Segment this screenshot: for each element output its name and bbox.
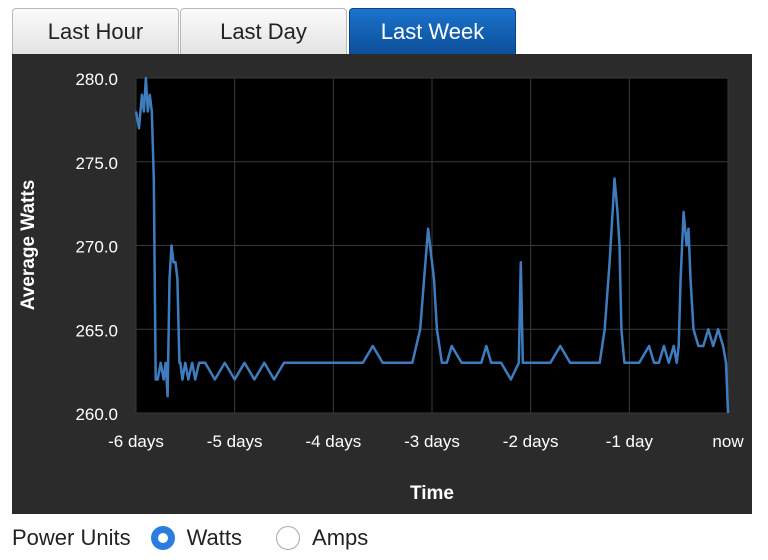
watts-option[interactable]: Watts (150, 525, 243, 551)
x-tick-label: -4 days (305, 432, 361, 451)
watts-radio[interactable] (150, 526, 175, 550)
x-tick-label: -1 day (606, 432, 654, 451)
amps-label: Amps (312, 525, 369, 550)
x-tick-label: -5 days (207, 432, 263, 451)
amps-radio[interactable] (276, 526, 301, 550)
tab-last-week[interactable]: Last Week (349, 8, 516, 54)
y-tick-label: 275.0 (75, 154, 118, 173)
y-tick-label: 270.0 (75, 238, 118, 257)
radio-selected-dot (157, 533, 168, 543)
y-axis-label: Average Watts (18, 180, 39, 311)
x-axis-label: Time (410, 483, 454, 504)
y-tick-label: 265.0 (75, 321, 118, 340)
x-tick-label: now (712, 432, 744, 451)
tab-last-hour[interactable]: Last Hour (12, 8, 179, 54)
power-units-controls: Power Units Watts Amps (12, 520, 752, 556)
chart-panel: 260.0 265.0 270.0 275.0 280.0 -6 days -5 days… (12, 54, 752, 514)
tab-last-day[interactable]: Last Day (180, 8, 347, 54)
power-line-chart: 260.0 265.0 270.0 275.0 280.0 -6 days -5 days… (18, 70, 744, 504)
time-range-tabs: Last Hour Last Day Last Week (12, 8, 516, 54)
x-tick-label: -3 days (404, 432, 460, 451)
power-units-label: Power Units (12, 525, 131, 550)
x-tick-label: -2 days (503, 432, 559, 451)
y-tick-label: 280.0 (75, 70, 118, 89)
watts-label: Watts (186, 525, 243, 550)
amps-option[interactable]: Amps (276, 525, 368, 551)
y-tick-label: 260.0 (75, 405, 118, 424)
x-tick-label: -6 days (108, 432, 164, 451)
